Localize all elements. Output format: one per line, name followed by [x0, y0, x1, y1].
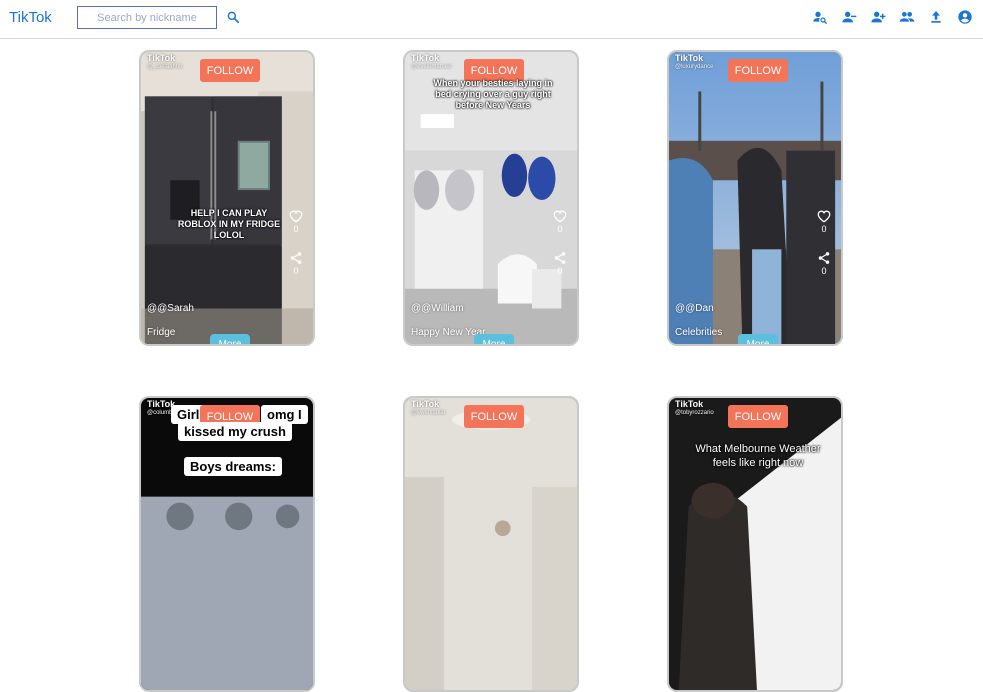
- person-remove-icon[interactable]: [841, 9, 857, 25]
- video-overlay-text: What Melbourne Weather feels like right …: [683, 442, 833, 470]
- video-thumbnail: [669, 52, 841, 344]
- heart-icon[interactable]: [288, 209, 304, 223]
- heart-icon[interactable]: [552, 209, 568, 223]
- top-app-bar: TikTok: [0, 0, 983, 39]
- share-count: 0: [293, 266, 299, 276]
- share-count: 0: [557, 266, 563, 276]
- more-button[interactable]: More: [474, 334, 514, 344]
- video-card[interactable]: TikTok @_bellaahhh FOLLOW HELP I CAN PLA…: [139, 50, 315, 346]
- overlay-label: kissed my crush: [178, 422, 292, 441]
- tiktok-watermark: TikTok: [147, 53, 176, 63]
- username[interactable]: @@Sarah: [147, 303, 194, 314]
- tiktok-watermark: TikTok: [411, 53, 440, 63]
- video-card[interactable]: TikTok @kwentsulat FOLLOW: [403, 396, 579, 692]
- watermark-handle: @evelemarsee: [411, 64, 452, 70]
- overlay-label: Boys dreams:: [184, 457, 282, 476]
- overlay-line: HELP I CAN PLAY: [190, 208, 268, 218]
- video-overlay-text: When your besties laying in bed crying o…: [423, 78, 563, 111]
- follow-button[interactable]: FOLLOW: [464, 405, 524, 428]
- person-add-icon[interactable]: [870, 9, 886, 25]
- video-card[interactable]: TikTok @columbe Girls omg I FOLLOW kisse…: [139, 396, 315, 692]
- video-overlay-text: HELP I CAN PLAY ROBLOX IN MY FRIDGE LOLO…: [169, 208, 289, 241]
- overlay-line: ROBLOX IN MY FRIDGE: [177, 219, 281, 229]
- search-icon[interactable]: [226, 10, 240, 24]
- like-count: 0: [557, 224, 563, 234]
- video-caption: Fridge: [147, 327, 176, 338]
- username[interactable]: @@Dan: [675, 303, 714, 314]
- video-thumbnail: [141, 398, 313, 690]
- watermark-handle: @kwentsulat: [411, 410, 446, 416]
- share-icon[interactable]: [552, 251, 568, 265]
- share-icon[interactable]: [816, 251, 832, 265]
- follow-button[interactable]: FOLLOW: [200, 59, 260, 82]
- watermark-handle: @_bellaahhh: [147, 64, 183, 70]
- like-count: 0: [821, 224, 827, 234]
- more-button[interactable]: More: [210, 334, 250, 344]
- account-circle-icon[interactable]: [957, 9, 973, 25]
- tiktok-watermark: TikTok: [411, 399, 440, 409]
- heart-icon[interactable]: [816, 209, 832, 223]
- video-thumbnail: [141, 52, 313, 344]
- video-card[interactable]: TikTok @tobyrozzario FOLLOW What Melbour…: [667, 396, 843, 692]
- app-brand[interactable]: TikTok: [9, 9, 52, 26]
- video-caption: Celebrities: [675, 327, 723, 338]
- more-button[interactable]: More: [738, 334, 778, 344]
- upload-icon[interactable]: [928, 9, 944, 25]
- share-count: 0: [821, 266, 827, 276]
- watermark-handle: @luxurydance: [675, 64, 714, 70]
- video-thumbnail: [405, 398, 577, 690]
- group-icon[interactable]: [899, 9, 915, 25]
- watermark-handle: @tobyrozzario: [675, 410, 714, 416]
- search-input[interactable]: [77, 6, 217, 29]
- overlay-line: LOLOL: [213, 230, 245, 240]
- follow-button[interactable]: FOLLOW: [728, 59, 788, 82]
- video-card[interactable]: TikTok @evelemarsee FOLLOW When your bes…: [403, 50, 579, 346]
- overlay-line: When your besties laying in: [433, 78, 553, 88]
- follow-button[interactable]: FOLLOW: [728, 405, 788, 428]
- tiktok-watermark: TikTok: [675, 53, 704, 63]
- overlay-line: What Melbourne Weather: [695, 443, 821, 455]
- overlay-line: feels like right now: [712, 457, 804, 469]
- video-card[interactable]: TikTok @luxurydance FOLLOW 0 0 @@Dan Cel…: [667, 50, 843, 346]
- overlay-line: bed crying over a guy right: [435, 89, 551, 99]
- share-icon[interactable]: [288, 251, 304, 265]
- like-count: 0: [293, 224, 299, 234]
- person-search-icon[interactable]: [812, 9, 828, 25]
- username[interactable]: @@William: [411, 303, 464, 314]
- tiktok-watermark: TikTok: [675, 399, 704, 409]
- overlay-line: before New Years: [455, 100, 531, 110]
